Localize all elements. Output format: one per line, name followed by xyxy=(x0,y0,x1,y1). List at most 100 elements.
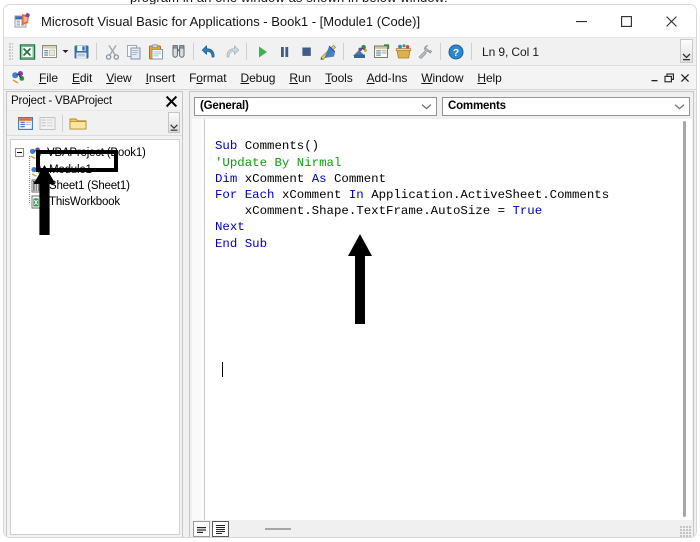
menu-item-help[interactable]: Help xyxy=(470,69,508,87)
break-button[interactable] xyxy=(273,41,295,63)
maximize-icon xyxy=(621,15,632,27)
view-code-icon xyxy=(17,116,33,130)
code-vertical-scrollbar[interactable] xyxy=(677,119,692,520)
toolbar-overflow-button[interactable] xyxy=(680,39,693,63)
project-explorer-title: Project - VBAProject xyxy=(11,95,112,107)
maximize-button[interactable] xyxy=(604,5,649,37)
object-browser-icon xyxy=(395,44,411,59)
full-module-view-button[interactable] xyxy=(212,521,229,537)
minimize-button[interactable] xyxy=(559,5,604,37)
toolbox-button[interactable] xyxy=(414,41,436,63)
project-explorer-toolbar-separator xyxy=(62,114,63,132)
excel-icon xyxy=(19,43,35,60)
toolbar-separator xyxy=(246,43,247,60)
mdi-minimize-button[interactable] xyxy=(647,69,662,87)
procedure-combo-value: Comments xyxy=(448,100,506,112)
code-window-combos: (General) Comments xyxy=(190,92,693,119)
toolbar-separator xyxy=(471,43,472,60)
undo-button[interactable] xyxy=(198,41,220,63)
procedure-view-icon xyxy=(197,526,206,533)
toggle-folders-button[interactable] xyxy=(67,113,89,133)
vba-menu-icon xyxy=(10,69,27,86)
toolbar-overflow-icon xyxy=(170,124,178,131)
code-margin-indicator-bar[interactable] xyxy=(192,119,205,520)
insert-dropdown-button[interactable] xyxy=(60,41,70,63)
code-vertical-scroll-thumb[interactable] xyxy=(683,121,686,517)
view-excel-button[interactable] xyxy=(16,41,38,63)
procedure-combo[interactable]: Comments xyxy=(442,96,690,116)
folder-icon xyxy=(69,118,87,129)
copy-button[interactable] xyxy=(123,41,145,63)
mdi-restore-button[interactable] xyxy=(662,69,677,87)
minimize-icon xyxy=(651,79,657,81)
chevron-down-icon xyxy=(62,50,68,53)
mdi-close-button[interactable] xyxy=(677,69,692,87)
window-controls xyxy=(559,5,694,37)
code-horizontal-scrollbar[interactable] xyxy=(237,522,679,536)
paste-button[interactable] xyxy=(145,41,167,63)
stop-square-icon xyxy=(301,47,311,56)
chevron-down-icon[interactable] xyxy=(421,98,432,115)
reset-button[interactable] xyxy=(295,41,317,63)
object-browser-button[interactable] xyxy=(392,41,414,63)
view-object-button[interactable] xyxy=(36,113,58,133)
project-explorer-close-button[interactable] xyxy=(163,92,179,110)
chevron-down-icon[interactable] xyxy=(674,98,685,115)
full-module-view-icon xyxy=(216,524,225,534)
menu-item-add-ins[interactable]: Add-Ins xyxy=(360,69,415,87)
object-combo-value: (General) xyxy=(200,100,249,112)
toolbar-separator xyxy=(440,43,441,60)
view-object-icon xyxy=(39,116,55,130)
close-button[interactable] xyxy=(649,5,694,37)
save-button[interactable] xyxy=(70,41,92,63)
insert-userform-button[interactable] xyxy=(38,41,60,63)
project-explorer-overflow-button[interactable] xyxy=(168,112,180,133)
code-content: Sub Comments() 'Update By Nirmal Dim xCo… xyxy=(215,139,610,251)
view-code-button[interactable] xyxy=(14,113,36,133)
run-button[interactable] xyxy=(251,41,273,63)
project-explorer-button[interactable] xyxy=(348,41,370,63)
menu-item-edit[interactable]: Edit xyxy=(65,69,99,87)
binoculars-icon xyxy=(172,45,184,58)
menu-item-window[interactable]: Window xyxy=(414,69,470,87)
object-combo[interactable]: (General) xyxy=(194,96,437,116)
menu-item-run[interactable]: Run xyxy=(282,69,318,87)
text-cursor-caret xyxy=(222,362,223,377)
menu-item-view[interactable]: View xyxy=(99,69,138,87)
main-toolbar: ? Ln 9, Col 1 xyxy=(4,37,696,66)
play-triangle-icon xyxy=(258,46,267,57)
svg-text:?: ? xyxy=(453,47,459,59)
toolbar-grip[interactable] xyxy=(9,43,13,60)
clipboard-paste-icon xyxy=(149,43,163,59)
menu-item-file[interactable]: File xyxy=(32,69,65,87)
properties-window-button[interactable] xyxy=(370,41,392,63)
cut-button[interactable] xyxy=(101,41,123,63)
scissors-icon xyxy=(105,44,119,60)
toolbar-separator xyxy=(96,43,97,60)
toolbar-overflow-icon xyxy=(682,53,691,61)
menu-item-tools[interactable]: Tools xyxy=(318,69,360,87)
vba-excel-icon xyxy=(14,12,32,30)
undo-arrow-icon xyxy=(201,44,214,57)
procedure-view-button[interactable] xyxy=(193,521,210,537)
code-editor-body: Sub Comments() 'Update By Nirmal Dim xCo… xyxy=(192,119,692,520)
project-explorer-icon xyxy=(352,44,367,58)
help-button[interactable]: ? xyxy=(445,41,467,63)
userform-icon xyxy=(41,45,57,58)
menu-item-format[interactable]: Format xyxy=(182,69,233,87)
toolbar-separator xyxy=(193,43,194,60)
pause-icon xyxy=(280,46,288,57)
redo-arrow-icon xyxy=(226,44,239,57)
menu-item-debug[interactable]: Debug xyxy=(233,69,282,87)
copy-icon xyxy=(127,44,141,59)
close-icon xyxy=(165,95,177,107)
window-resize-grip[interactable] xyxy=(680,526,691,537)
redo-button[interactable] xyxy=(220,41,242,63)
tree-expander-icon[interactable] xyxy=(15,148,24,157)
design-mode-button[interactable] xyxy=(317,41,339,63)
code-pointer-arrow xyxy=(348,234,372,324)
code-horizontal-scroll-thumb[interactable] xyxy=(265,528,291,530)
menu-item-insert[interactable]: Insert xyxy=(139,69,182,87)
code-text-area[interactable]: Sub Comments() 'Update By Nirmal Dim xCo… xyxy=(205,119,692,520)
find-button[interactable] xyxy=(167,41,189,63)
